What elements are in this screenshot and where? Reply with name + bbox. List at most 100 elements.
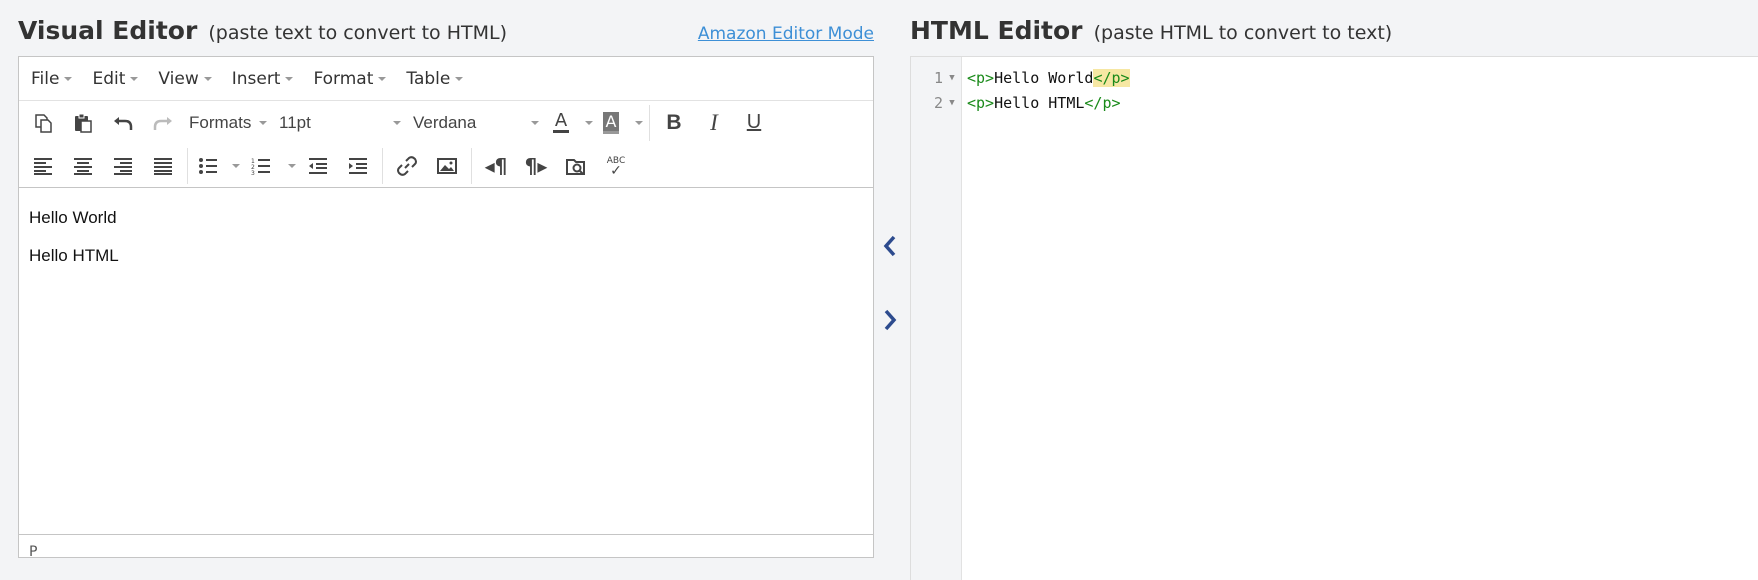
bullet-list-icon <box>199 157 217 174</box>
justify-button[interactable] <box>143 148 183 184</box>
link-icon <box>397 155 417 176</box>
chevron-down-icon <box>531 120 539 125</box>
font-family-dropdown[interactable]: Verdana <box>407 105 545 141</box>
menu-view[interactable]: View <box>148 69 221 89</box>
visual-editor-panel: Visual Editor (paste text to convert to … <box>18 0 874 579</box>
background-color-icon: A <box>602 111 620 134</box>
pilcrow-rtl-icon: ¶▸ <box>524 153 548 178</box>
visual-editor-subtitle: (paste text to convert to HTML) <box>208 22 507 44</box>
spellcheck-button[interactable]: ABC ✓ <box>596 148 636 184</box>
background-color-button[interactable]: A <box>595 105 627 141</box>
chevron-down-icon <box>455 76 464 81</box>
indent-icon <box>349 157 367 174</box>
chevron-down-icon <box>130 76 139 81</box>
close-tag: </p> <box>1093 68 1130 87</box>
toolbar-divider <box>382 147 383 184</box>
menu-edit[interactable]: Edit <box>82 69 148 89</box>
menubar: File Edit View Insert Format Table <box>19 57 873 101</box>
menu-format[interactable]: Format <box>303 69 396 89</box>
numbered-list-caret[interactable] <box>280 148 298 184</box>
menu-insert-label: Insert <box>231 68 281 89</box>
menu-view-label: View <box>158 68 199 89</box>
code-content: Hello World <box>994 68 1094 87</box>
visual-editor: File Edit View Insert Format Table Forma… <box>18 56 874 560</box>
html-editor-subtitle: (paste HTML to convert to text) <box>1093 22 1393 44</box>
font-size-dropdown[interactable]: 11pt <box>273 105 407 141</box>
preview-icon <box>566 158 585 175</box>
redo-icon <box>153 116 172 130</box>
statusbar: P <box>19 534 873 569</box>
outdent-button[interactable] <box>298 148 338 184</box>
undo-button[interactable] <box>103 105 143 141</box>
align-right-icon <box>114 157 132 175</box>
rtl-button[interactable]: ¶▸ <box>516 148 556 184</box>
chevron-down-icon <box>584 120 593 125</box>
chevron-down-icon <box>64 76 73 81</box>
insert-link-button[interactable] <box>387 148 427 184</box>
fold-arrow-icon[interactable]: ▼ <box>943 98 961 108</box>
code-content: Hello HTML <box>994 93 1085 112</box>
html-editor-panel: HTML Editor (paste HTML to convert to te… <box>910 0 1758 580</box>
text-color-caret[interactable] <box>577 105 595 141</box>
checkmark-glyph: ✓ <box>610 162 622 179</box>
toolbar-row-2: 123 ◂¶ ¶▸ ABC ✓ <box>19 144 873 188</box>
toolbar-row-1: Formats 11pt Verdana A A B I U <box>19 101 873 144</box>
preview-button[interactable] <box>556 148 596 184</box>
numbered-list-icon: 123 <box>251 158 270 177</box>
align-center-button[interactable] <box>63 148 103 184</box>
menu-file[interactable]: File <box>21 69 82 89</box>
background-color-caret[interactable] <box>627 105 645 141</box>
menu-insert[interactable]: Insert <box>222 69 304 89</box>
font-family-value: Verdana <box>413 112 477 132</box>
bullet-list-caret[interactable] <box>224 148 242 184</box>
insert-image-button[interactable] <box>427 148 467 184</box>
undo-icon <box>114 116 133 130</box>
bold-icon: B <box>666 110 682 134</box>
numbered-list-button[interactable]: 123 <box>242 148 280 184</box>
italic-icon: I <box>710 109 718 135</box>
underline-button[interactable]: U <box>734 105 774 141</box>
fold-arrow-icon[interactable]: ▼ <box>943 73 961 83</box>
copy-button[interactable] <box>23 105 63 141</box>
ltr-button[interactable]: ◂¶ <box>476 148 516 184</box>
chevron-down-icon <box>378 76 387 81</box>
align-center-icon <box>74 157 92 175</box>
toolbar-divider <box>471 147 472 184</box>
html-code-editor[interactable]: 1 ▼ <p>Hello World</p> 2 ▼ <p>Hello HTML… <box>910 56 1758 580</box>
formats-dropdown[interactable]: Formats <box>183 105 273 141</box>
code-text: <p>Hello HTML</p> <box>967 94 1121 112</box>
open-tag: <p> <box>967 93 995 112</box>
svg-text:3: 3 <box>251 170 255 177</box>
bold-button[interactable]: B <box>654 105 694 141</box>
line-number-gutter <box>911 57 962 580</box>
bg-color-split-button: A <box>595 105 645 141</box>
element-path[interactable]: P <box>29 544 37 560</box>
align-right-button[interactable] <box>103 148 143 184</box>
underline-icon: U <box>746 111 762 133</box>
visual-editor-content[interactable]: Hello World Hello HTML <box>19 188 873 534</box>
content-paragraph: Hello World <box>29 208 117 227</box>
menu-table[interactable]: Table <box>396 69 473 89</box>
text-color-button[interactable]: A <box>545 105 577 141</box>
chevron-down-icon <box>231 163 240 168</box>
menu-table-label: Table <box>406 68 451 89</box>
align-left-button[interactable] <box>23 148 63 184</box>
open-tag: <p> <box>967 68 995 87</box>
paste-icon <box>75 113 92 133</box>
text-color-split-button: A <box>545 105 595 141</box>
bullet-list-button[interactable] <box>192 148 224 184</box>
italic-button[interactable]: I <box>694 105 734 141</box>
spellcheck-icon: ABC ✓ <box>607 156 625 179</box>
numbered-list-split-button: 123 <box>242 148 298 184</box>
convert-to-html-button[interactable] <box>874 302 906 338</box>
chevron-down-icon <box>393 120 401 125</box>
toolbar-divider <box>187 147 188 184</box>
indent-button[interactable] <box>338 148 378 184</box>
font-size-value: 11pt <box>279 112 311 132</box>
amazon-editor-mode-link[interactable]: Amazon Editor Mode <box>698 24 874 44</box>
convert-to-visual-button[interactable] <box>874 228 906 264</box>
menu-file-label: File <box>31 68 60 89</box>
redo-button[interactable] <box>143 105 183 141</box>
chevron-right-icon <box>884 309 897 331</box>
paste-button[interactable] <box>63 105 103 141</box>
